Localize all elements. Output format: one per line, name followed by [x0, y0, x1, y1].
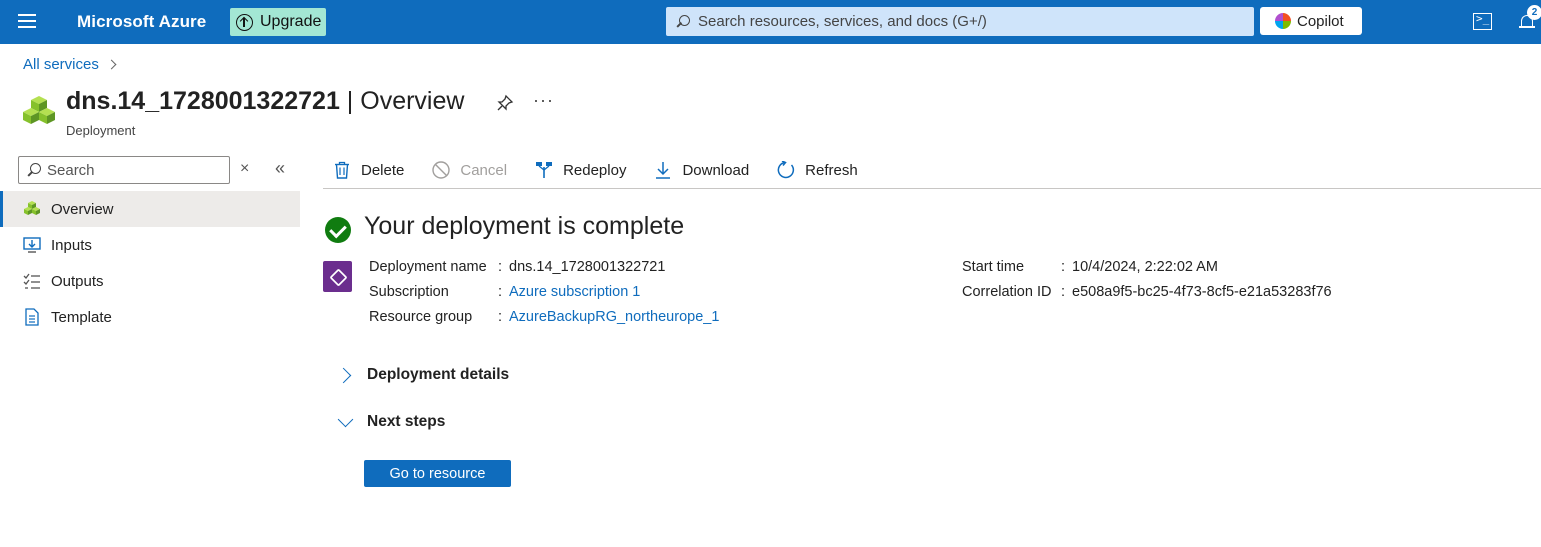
cancel-label: Cancel — [460, 161, 508, 179]
copilot-icon — [1275, 13, 1291, 29]
download-icon — [656, 162, 671, 179]
notification-count-badge: 2 — [1527, 5, 1541, 20]
separator: : — [1061, 284, 1066, 300]
sidebar-item-label: Outputs — [51, 272, 104, 290]
resource-group-value: AzureBackupRG_northeurope_1 — [509, 309, 719, 325]
separator: : — [498, 284, 503, 300]
refresh-label: Refresh — [805, 161, 858, 179]
pin-icon[interactable] — [496, 94, 514, 112]
deployment-name-label: Deployment name — [369, 259, 487, 275]
resource-group-label: Resource group — [369, 309, 473, 325]
cubes-icon — [24, 201, 40, 215]
trash-icon — [335, 161, 349, 179]
menu-icon[interactable] — [18, 14, 36, 30]
chevron-right-icon — [335, 367, 352, 383]
subscription-label: Subscription — [369, 284, 449, 300]
success-check-icon — [325, 217, 351, 243]
cancel-button[interactable]: Cancel — [432, 155, 507, 185]
deployment-status-heading: Your deployment is complete — [364, 212, 685, 240]
breadcrumb: All services — [23, 56, 117, 73]
redeploy-button[interactable]: Redeploy — [535, 155, 626, 185]
chevron-down-icon — [337, 411, 354, 427]
collapse-sidebar-icon[interactable]: « — [275, 158, 285, 179]
breadcrumb-all-services[interactable]: All services — [23, 56, 99, 73]
page-title: dns.14_1728001322721 | Overview — [66, 87, 464, 116]
chevron-right-icon — [106, 59, 117, 70]
search-icon — [27, 163, 41, 177]
sidebar-item-template[interactable]: Template — [0, 299, 300, 335]
sidebar-search[interactable] — [18, 156, 230, 184]
next-steps-label: Next steps — [367, 413, 446, 430]
cloud-shell-icon[interactable] — [1473, 12, 1492, 30]
inputs-icon — [23, 237, 41, 253]
deployment-cubes-icon — [23, 96, 55, 124]
sidebar-item-inputs[interactable]: Inputs — [0, 227, 300, 263]
command-bar: Delete Cancel Redeploy Download Refresh — [323, 152, 1541, 189]
resource-type: Deployment — [66, 123, 136, 138]
more-options-icon[interactable]: ··· — [533, 90, 554, 111]
separator: : — [498, 309, 503, 325]
sidebar-search-input[interactable] — [47, 161, 227, 179]
sidebar-item-label: Overview — [51, 200, 114, 218]
copilot-label: Copilot — [1297, 12, 1344, 30]
copilot-button[interactable]: Copilot — [1260, 7, 1362, 35]
deployment-details-label: Deployment details — [367, 366, 510, 383]
delete-label: Delete — [361, 161, 405, 179]
delete-button[interactable]: Delete — [333, 155, 404, 185]
deployment-details-toggle[interactable]: Deployment details — [335, 366, 510, 384]
download-label: Download — [682, 161, 750, 179]
separator: : — [498, 259, 503, 275]
clear-search-icon[interactable]: × — [240, 160, 249, 178]
brand-title[interactable]: Microsoft Azure — [77, 12, 206, 32]
deployment-name-value: dns.14_1728001322721 — [509, 259, 666, 275]
separator: : — [1061, 259, 1066, 275]
redeploy-icon — [536, 162, 553, 178]
correlation-id-label: Correlation ID — [962, 284, 1052, 300]
start-time-label: Start time — [962, 259, 1025, 275]
sidebar-item-outputs[interactable]: Outputs — [0, 263, 300, 299]
top-bar: Microsoft Azure Upgrade Copilot 2 — [0, 0, 1541, 44]
start-time-value: 10/4/2024, 2:22:02 AM — [1072, 259, 1218, 275]
download-button[interactable]: Download — [654, 155, 749, 185]
global-search[interactable] — [666, 7, 1254, 36]
sidebar-item-label: Inputs — [51, 236, 92, 254]
upgrade-button[interactable]: Upgrade — [230, 8, 326, 36]
global-search-input[interactable] — [698, 13, 1238, 30]
search-icon — [676, 14, 690, 29]
title-suffix: | Overview — [339, 87, 465, 115]
upgrade-label: Upgrade — [260, 13, 322, 30]
upgrade-arrow-icon — [236, 13, 253, 31]
sidebar-item-label: Template — [51, 308, 112, 326]
subscription-link[interactable]: Azure subscription 1 — [509, 284, 640, 300]
redeploy-label: Redeploy — [563, 161, 627, 179]
template-icon — [25, 308, 39, 326]
sidebar-nav: Overview Inputs Outputs Template — [0, 191, 300, 335]
sidebar-item-overview[interactable]: Overview — [0, 191, 300, 227]
correlation-id-value: e508a9f5-bc25-4f73-8cf5-e21a53283f76 — [1072, 284, 1332, 300]
outputs-icon — [23, 273, 40, 289]
subscription-value: Azure subscription 1 — [509, 284, 640, 300]
refresh-icon — [777, 161, 795, 179]
resource-name: dns.14_1728001322721 — [66, 87, 340, 115]
deployment-cube-icon — [323, 261, 352, 292]
cancel-icon — [432, 161, 451, 179]
refresh-button[interactable]: Refresh — [777, 155, 858, 185]
resource-group-link[interactable]: AzureBackupRG_northeurope_1 — [509, 309, 719, 325]
next-steps-toggle[interactable]: Next steps — [336, 411, 446, 431]
go-to-resource-button[interactable]: Go to resource — [364, 460, 511, 487]
